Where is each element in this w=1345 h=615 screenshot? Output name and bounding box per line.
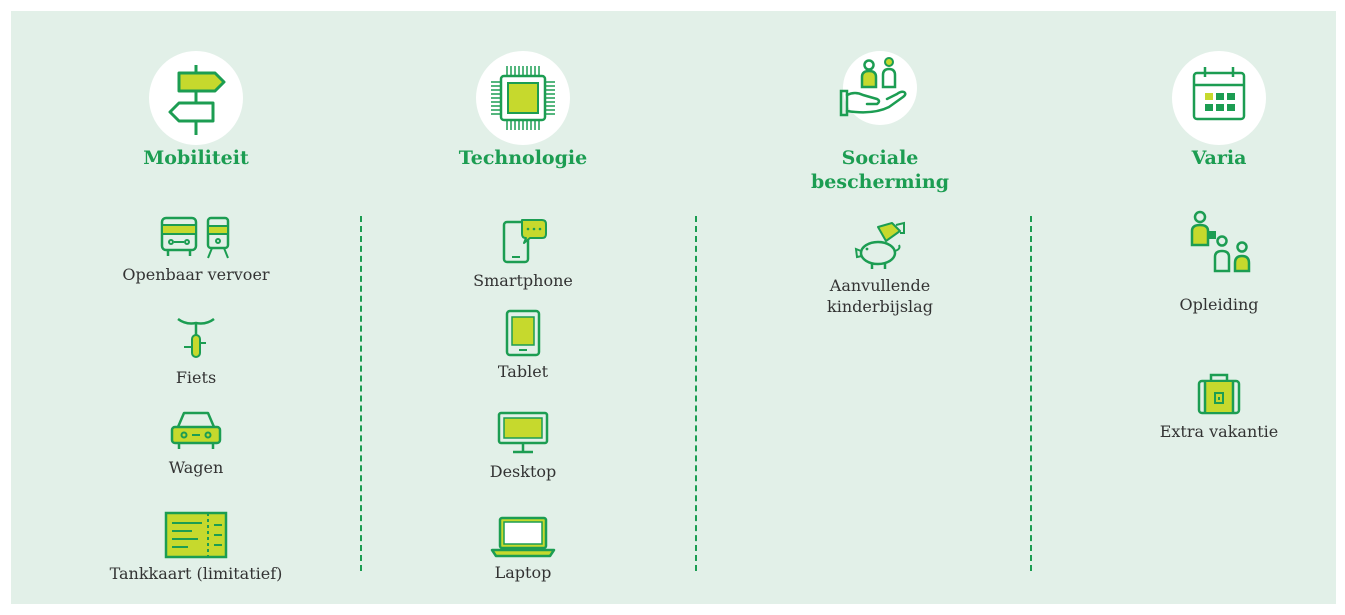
benefits-panel: Mobiliteit Openbaar vervoer Fiets Wagen … xyxy=(11,11,1336,604)
category-title: Sociale bescherming xyxy=(811,147,949,193)
benefit-label: Wagen xyxy=(168,458,224,477)
bus-train-icon xyxy=(160,216,230,259)
benefit-label: Desktop xyxy=(489,462,557,481)
smartphone-icon xyxy=(502,219,547,264)
desktop-icon xyxy=(497,411,549,454)
benefit-label: Openbaar vervoer xyxy=(122,265,270,284)
training-icon xyxy=(1190,210,1251,273)
column-divider xyxy=(1030,216,1032,571)
signpost-icon xyxy=(149,51,243,145)
benefit-item: Tablet xyxy=(413,309,633,382)
benefit-label: Tankkaart (limitatief) xyxy=(109,564,283,583)
benefit-label: Laptop xyxy=(494,563,552,582)
category-title: Technologie xyxy=(458,147,588,169)
column-divider xyxy=(360,216,362,571)
benefit-item: Opleiding xyxy=(1109,209,1329,315)
benefit-label: Opleiding xyxy=(1179,295,1259,314)
chip-icon xyxy=(476,51,570,145)
laptop-icon xyxy=(490,516,556,558)
benefit-label: Fiets xyxy=(175,368,217,387)
benefit-item: Openbaar vervoer xyxy=(86,216,306,285)
benefit-item: Wagen xyxy=(86,409,306,478)
column-divider xyxy=(695,216,697,571)
benefit-item: Fiets xyxy=(86,311,306,388)
benefit-item: Smartphone xyxy=(413,216,633,291)
category-title: Varia xyxy=(1191,147,1247,169)
category-title: Mobiliteit xyxy=(143,147,249,169)
calendar-icon xyxy=(1172,51,1266,145)
benefit-label: Smartphone xyxy=(473,271,573,290)
fuel-card-icon xyxy=(164,511,228,559)
benefit-item: Tankkaart (limitatief) xyxy=(86,511,306,584)
tablet-icon xyxy=(505,309,541,357)
car-icon xyxy=(170,411,222,449)
family-hand-icon xyxy=(833,51,927,145)
benefit-label: Aanvullende kinderbijslag xyxy=(827,276,933,316)
benefit-item: Extra vakantie xyxy=(1109,369,1329,442)
bicycle-icon xyxy=(177,317,215,358)
piggy-bank-icon xyxy=(854,221,905,269)
benefit-label: Tablet xyxy=(497,362,549,381)
benefit-label: Extra vakantie xyxy=(1159,422,1279,441)
benefit-item: Desktop xyxy=(413,409,633,482)
suitcase-icon xyxy=(1197,373,1241,415)
benefit-item: Laptop xyxy=(413,514,633,583)
benefit-item: Aanvullende kinderbijslag xyxy=(770,221,990,317)
